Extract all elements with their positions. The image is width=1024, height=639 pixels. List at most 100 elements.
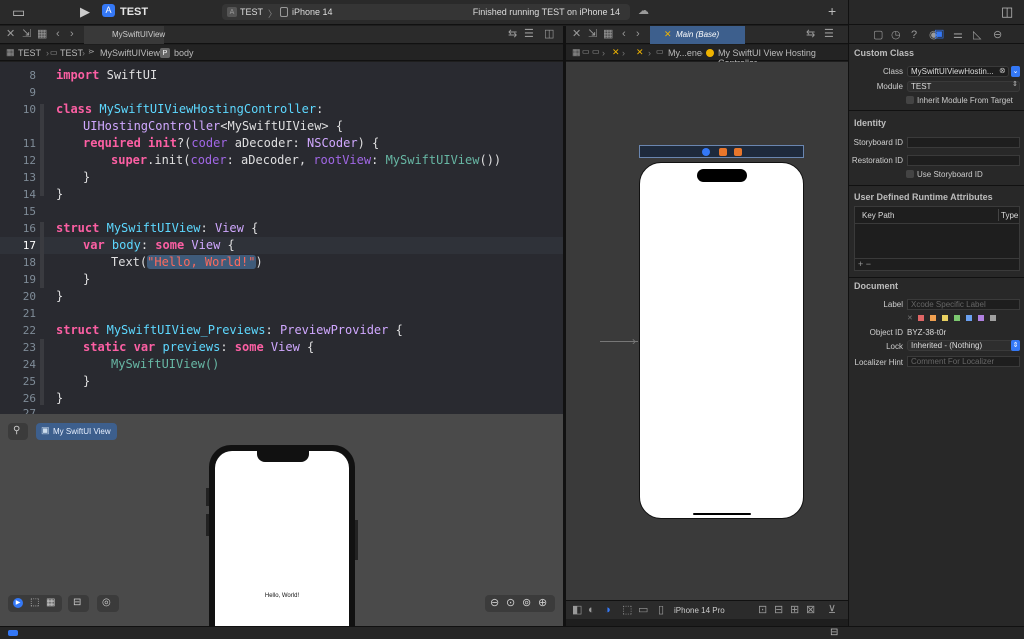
destination-selector[interactable]: iPhone 14	[292, 7, 333, 17]
inspector-toggle-icon[interactable]: ◫	[1001, 5, 1013, 18]
preview-screen[interactable]: Hello, World!	[215, 451, 349, 626]
zoom-in-icon[interactable]: ⊕	[538, 598, 547, 609]
identity-inspector-icon[interactable]: ▣	[934, 29, 944, 40]
zoom-out-icon[interactable]: ⊖	[490, 598, 499, 609]
orientation-icon[interactable]: ⬚	[622, 605, 632, 616]
back-icon[interactable]: ‹	[56, 29, 60, 40]
split-icon[interactable]: ⇲	[22, 29, 31, 40]
scheme-separator: 〉	[268, 9, 278, 19]
breadcrumb-item[interactable]: My...ene	[668, 48, 702, 58]
scheme-selector[interactable]: TEST	[240, 7, 263, 17]
embed-icon[interactable]: ⊻	[828, 605, 836, 616]
exit-icon[interactable]	[734, 148, 742, 156]
code-editor[interactable]: 8 9 10 11 12 13 14 15 16 17 18 19 20 21 …	[0, 62, 563, 414]
refresh-icon[interactable]: ⇆	[806, 29, 815, 40]
use-storyboard-id-checkbox[interactable]	[906, 170, 914, 178]
device-settings-button[interactable]: ⊟	[68, 595, 89, 612]
label-color-swatch[interactable]	[954, 315, 960, 321]
forward-icon[interactable]: ›	[70, 29, 74, 40]
label-field[interactable]: Xcode Specific Label	[907, 299, 1020, 310]
grid-icon[interactable]: ▦	[37, 29, 47, 40]
label-color-swatch[interactable]	[942, 315, 948, 321]
pin-constraints-icon[interactable]: ⊠	[806, 605, 815, 616]
storyboard-id-field[interactable]	[907, 137, 1020, 148]
selectable-mode-icon[interactable]: ⬚	[30, 598, 39, 608]
inherit-module-checkbox[interactable]	[906, 96, 914, 104]
align-icon[interactable]: ⊞	[790, 605, 799, 616]
light-dark-icon[interactable]: ◑	[604, 605, 611, 616]
attributes-inspector-icon[interactable]: ⚌	[953, 30, 963, 41]
appearance-icon[interactable]: ◐	[588, 605, 595, 616]
module-popup[interactable]: TEST	[907, 81, 1020, 92]
breadcrumb-item[interactable]: body	[174, 48, 194, 58]
sidebar-toggle-icon[interactable]: ▭	[12, 5, 25, 19]
forward-icon[interactable]: ›	[636, 29, 640, 40]
breadcrumb-item[interactable]: MySwiftUIView	[100, 48, 160, 58]
tab-main-storyboard[interactable]: ✕ Main (Base)	[650, 26, 745, 44]
selected-string-literal[interactable]: "Hello, World!"	[147, 255, 256, 269]
label-color-swatch[interactable]	[990, 315, 996, 321]
back-icon[interactable]: ‹	[622, 29, 626, 40]
column-divider	[998, 209, 999, 221]
runtime-attributes-table[interactable]: Key Path Type + −	[854, 206, 1020, 271]
history-inspector-icon[interactable]: ◷	[891, 30, 901, 41]
lock-label: Lock	[886, 342, 903, 351]
grid-icon[interactable]: ▦	[603, 29, 613, 40]
run-icon[interactable]: ▶	[80, 5, 90, 18]
zoom-fit-icon[interactable]: ⊙	[506, 598, 515, 609]
quick-help-icon[interactable]: ?	[911, 30, 917, 41]
view-controller-icon[interactable]	[702, 148, 710, 156]
preview-selector-button[interactable]: ▣ My SwiftUI View	[36, 423, 117, 440]
debug-panel-icon[interactable]: ⊟	[830, 628, 838, 638]
zoom-icon[interactable]: ⊡	[758, 605, 767, 616]
close-icon[interactable]: ✕	[572, 29, 581, 40]
close-icon[interactable]: ✕	[6, 29, 15, 40]
file-inspector-icon[interactable]: ▢	[873, 30, 883, 41]
first-responder-icon[interactable]	[719, 148, 727, 156]
refresh-icon[interactable]: ⇆	[508, 29, 517, 40]
editor-options-icon[interactable]: ☰	[524, 29, 534, 40]
localizer-hint-field[interactable]: Comment For Localizer	[907, 356, 1020, 367]
live-preview-icon[interactable]: ▶	[13, 598, 23, 608]
preview-canvas[interactable]: ⚲ ▣ My SwiftUI View Hello, World! ▶ ⬚ ▦ …	[0, 414, 563, 626]
column-header[interactable]: Type	[1001, 211, 1018, 220]
clear-label-icon[interactable]: ✕	[907, 314, 913, 322]
add-icon[interactable]: +	[828, 4, 836, 18]
storyboard-canvas[interactable]: ›	[566, 62, 848, 600]
scene-device-screen[interactable]	[639, 162, 804, 519]
add-remove-buttons[interactable]: + −	[858, 259, 871, 269]
update-frames-icon[interactable]: ⊟	[774, 605, 783, 616]
restoration-id-field[interactable]	[907, 155, 1020, 166]
line-number: 21	[22, 307, 36, 320]
breadcrumb-item[interactable]: TEST	[60, 48, 83, 58]
device-label[interactable]: iPhone 14 Pro	[674, 606, 725, 615]
breadcrumb-item[interactable]: TEST	[18, 48, 41, 58]
variants-icon[interactable]: ▦	[46, 598, 55, 608]
label-color-swatch[interactable]	[966, 315, 972, 321]
connections-inspector-icon[interactable]: ⊖	[993, 30, 1002, 41]
lock-popup[interactable]: Inherited - (Nothing)	[907, 340, 1020, 351]
class-field[interactable]: MySwiftUIViewHostin...	[907, 66, 1009, 77]
split-icon[interactable]: ⇲	[588, 29, 597, 40]
document-outline-icon[interactable]: ◧	[572, 605, 582, 616]
label-color-swatch[interactable]	[918, 315, 924, 321]
scene-dock[interactable]	[639, 145, 804, 158]
class-dropdown-icon[interactable]: ⌄	[1011, 66, 1020, 77]
split-editor-icon[interactable]: ◫	[544, 29, 554, 40]
zoom-controls: ⊖ ⊙ ⊚ ⊕	[485, 595, 555, 612]
activity-view[interactable]: A TEST 〉 iPhone 14 Finished running TEST…	[222, 4, 630, 20]
device-button[interactable]: ◎	[97, 595, 119, 612]
editor-options-icon[interactable]: ☰	[824, 29, 834, 40]
label-color-swatch[interactable]	[978, 315, 984, 321]
debug-area-toggle-icon[interactable]	[8, 630, 18, 636]
orientation-icon[interactable]: ▭	[638, 605, 648, 616]
label-color-swatch[interactable]	[930, 315, 936, 321]
device-icon[interactable]: ▯	[658, 605, 664, 616]
clear-icon[interactable]: ⊗	[999, 67, 1006, 75]
zoom-actual-icon[interactable]: ⊚	[522, 598, 531, 609]
column-header[interactable]: Key Path	[862, 211, 894, 220]
pin-button[interactable]: ⚲	[8, 423, 28, 440]
left-jump-bar: ▦ TEST › ▭ TEST › ⋗ MySwiftUIView › P bo…	[0, 45, 563, 61]
size-inspector-icon[interactable]: ◺	[973, 30, 981, 41]
tab-myswiftuiview[interactable]: MySwiftUIView	[84, 26, 165, 44]
